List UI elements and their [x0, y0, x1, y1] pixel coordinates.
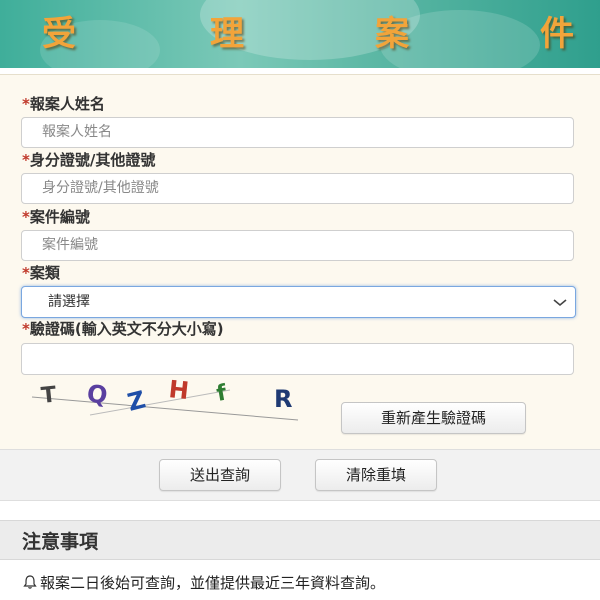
captcha-label-text: 驗證碼(輸入英文不分大小寫) — [29, 320, 224, 338]
case-type-label-text: 案類 — [29, 264, 60, 282]
reporter-name-label: *報案人姓名 — [22, 93, 105, 114]
notice-item: 報案二日後始可查詢，並僅提供最近三年資料查詢。 — [22, 572, 385, 593]
captcha-char: f — [215, 381, 229, 407]
captcha-char: H — [167, 375, 190, 405]
required-mark: * — [22, 208, 30, 226]
case-type-selected-value: 請選擇 — [48, 294, 90, 310]
required-mark: * — [22, 264, 30, 282]
bell-icon — [23, 575, 37, 589]
page-title-char: 受 — [42, 14, 76, 54]
required-mark: * — [22, 320, 30, 338]
page-title-char: 理 — [210, 14, 244, 54]
captcha-input[interactable] — [21, 343, 574, 375]
id-number-input[interactable]: 身分證號/其他證號 — [21, 173, 574, 204]
notice-heading: 注意事項 — [22, 531, 99, 553]
captcha-char: Q — [85, 379, 109, 410]
reset-button[interactable]: 清除重填 — [315, 459, 437, 491]
submit-button[interactable]: 送出查詢 — [159, 459, 281, 491]
captcha-label: *驗證碼(輸入英文不分大小寫) — [22, 318, 224, 339]
chevron-down-icon — [553, 287, 567, 328]
id-number-label: *身分證號/其他證號 — [22, 149, 155, 170]
case-type-select[interactable]: 請選擇 — [21, 286, 576, 318]
page-title-char: 件 — [540, 14, 574, 54]
page-title-char: 案 — [375, 14, 409, 54]
case-number-label: *案件編號 — [22, 206, 90, 227]
captcha-char: T — [40, 383, 58, 409]
captcha-char: R — [274, 385, 292, 413]
case-type-label: *案類 — [22, 262, 60, 283]
reporter-name-label-text: 報案人姓名 — [29, 95, 105, 113]
form-action-bar: 送出查詢 清除重填 — [0, 449, 600, 501]
page-title: 受 理 案 件 — [0, 0, 600, 62]
regenerate-captcha-button[interactable]: 重新產生驗證碼 — [341, 402, 526, 434]
notice-header: 注意事項 — [0, 520, 600, 560]
required-mark: * — [22, 95, 30, 113]
case-number-input[interactable]: 案件編號 — [21, 230, 574, 261]
reporter-name-input[interactable]: 報案人姓名 — [21, 117, 574, 148]
id-number-label-text: 身分證號/其他證號 — [29, 151, 156, 169]
case-number-label-text: 案件編號 — [29, 208, 90, 226]
required-mark: * — [22, 151, 30, 169]
notice-item-text: 報案二日後始可查詢，並僅提供最近三年資料查詢。 — [40, 574, 386, 592]
page-banner: 受 理 案 件 — [0, 0, 600, 68]
captcha-char: Z — [125, 385, 149, 416]
captcha-image: T Q Z H f R — [31, 375, 299, 421]
notice-section: 注意事項 報案二日後始可查詢，並僅提供最近三年資料查詢。 — [0, 520, 600, 600]
